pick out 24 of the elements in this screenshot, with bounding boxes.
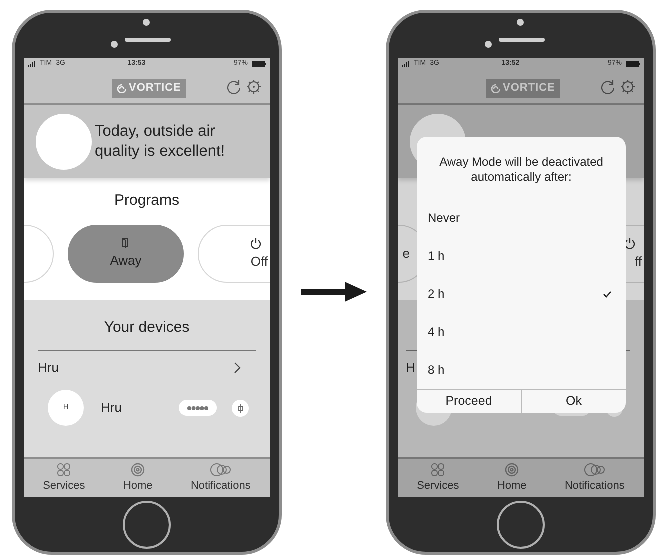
- program-button[interactable]: Off: [198, 225, 270, 283]
- tab-button[interactable]: Services: [417, 463, 460, 493]
- device-name[interactable]: Hru: [101, 398, 171, 418]
- option-item[interactable]: 1 h: [417, 237, 626, 275]
- program-button[interactable]: Away: [68, 225, 184, 283]
- tab-button[interactable]: Home: [497, 463, 527, 493]
- brand-logo: VORTICE: [112, 79, 186, 98]
- tab-button[interactable]: Home: [123, 463, 153, 493]
- option-item[interactable]: 8 h: [417, 351, 626, 389]
- option-item[interactable]: 4 h: [417, 313, 626, 351]
- tab-button[interactable]: Notifications: [190, 463, 251, 493]
- option-item[interactable]: 2 h: [417, 275, 626, 313]
- air-quality-message: Today, outside air quality is excellent!: [95, 122, 226, 162]
- dialog-button[interactable]: Proceed: [417, 390, 521, 413]
- tab-button[interactable]: Notifications: [564, 463, 625, 493]
- device-group-name[interactable]: Hru: [38, 358, 59, 378]
- section-title: Your devices: [103, 318, 191, 337]
- brand-logo: VORTICE: [486, 79, 560, 98]
- device-group-name[interactable]: H: [406, 358, 416, 378]
- section-title: Programs: [113, 191, 181, 210]
- dialog-button[interactable]: Ok: [521, 390, 626, 413]
- dialog-message: Away Mode will be deactivated automatically after:: [438, 155, 604, 185]
- option-item[interactable]: Never: [417, 199, 626, 237]
- tab-button[interactable]: Services: [43, 463, 86, 493]
